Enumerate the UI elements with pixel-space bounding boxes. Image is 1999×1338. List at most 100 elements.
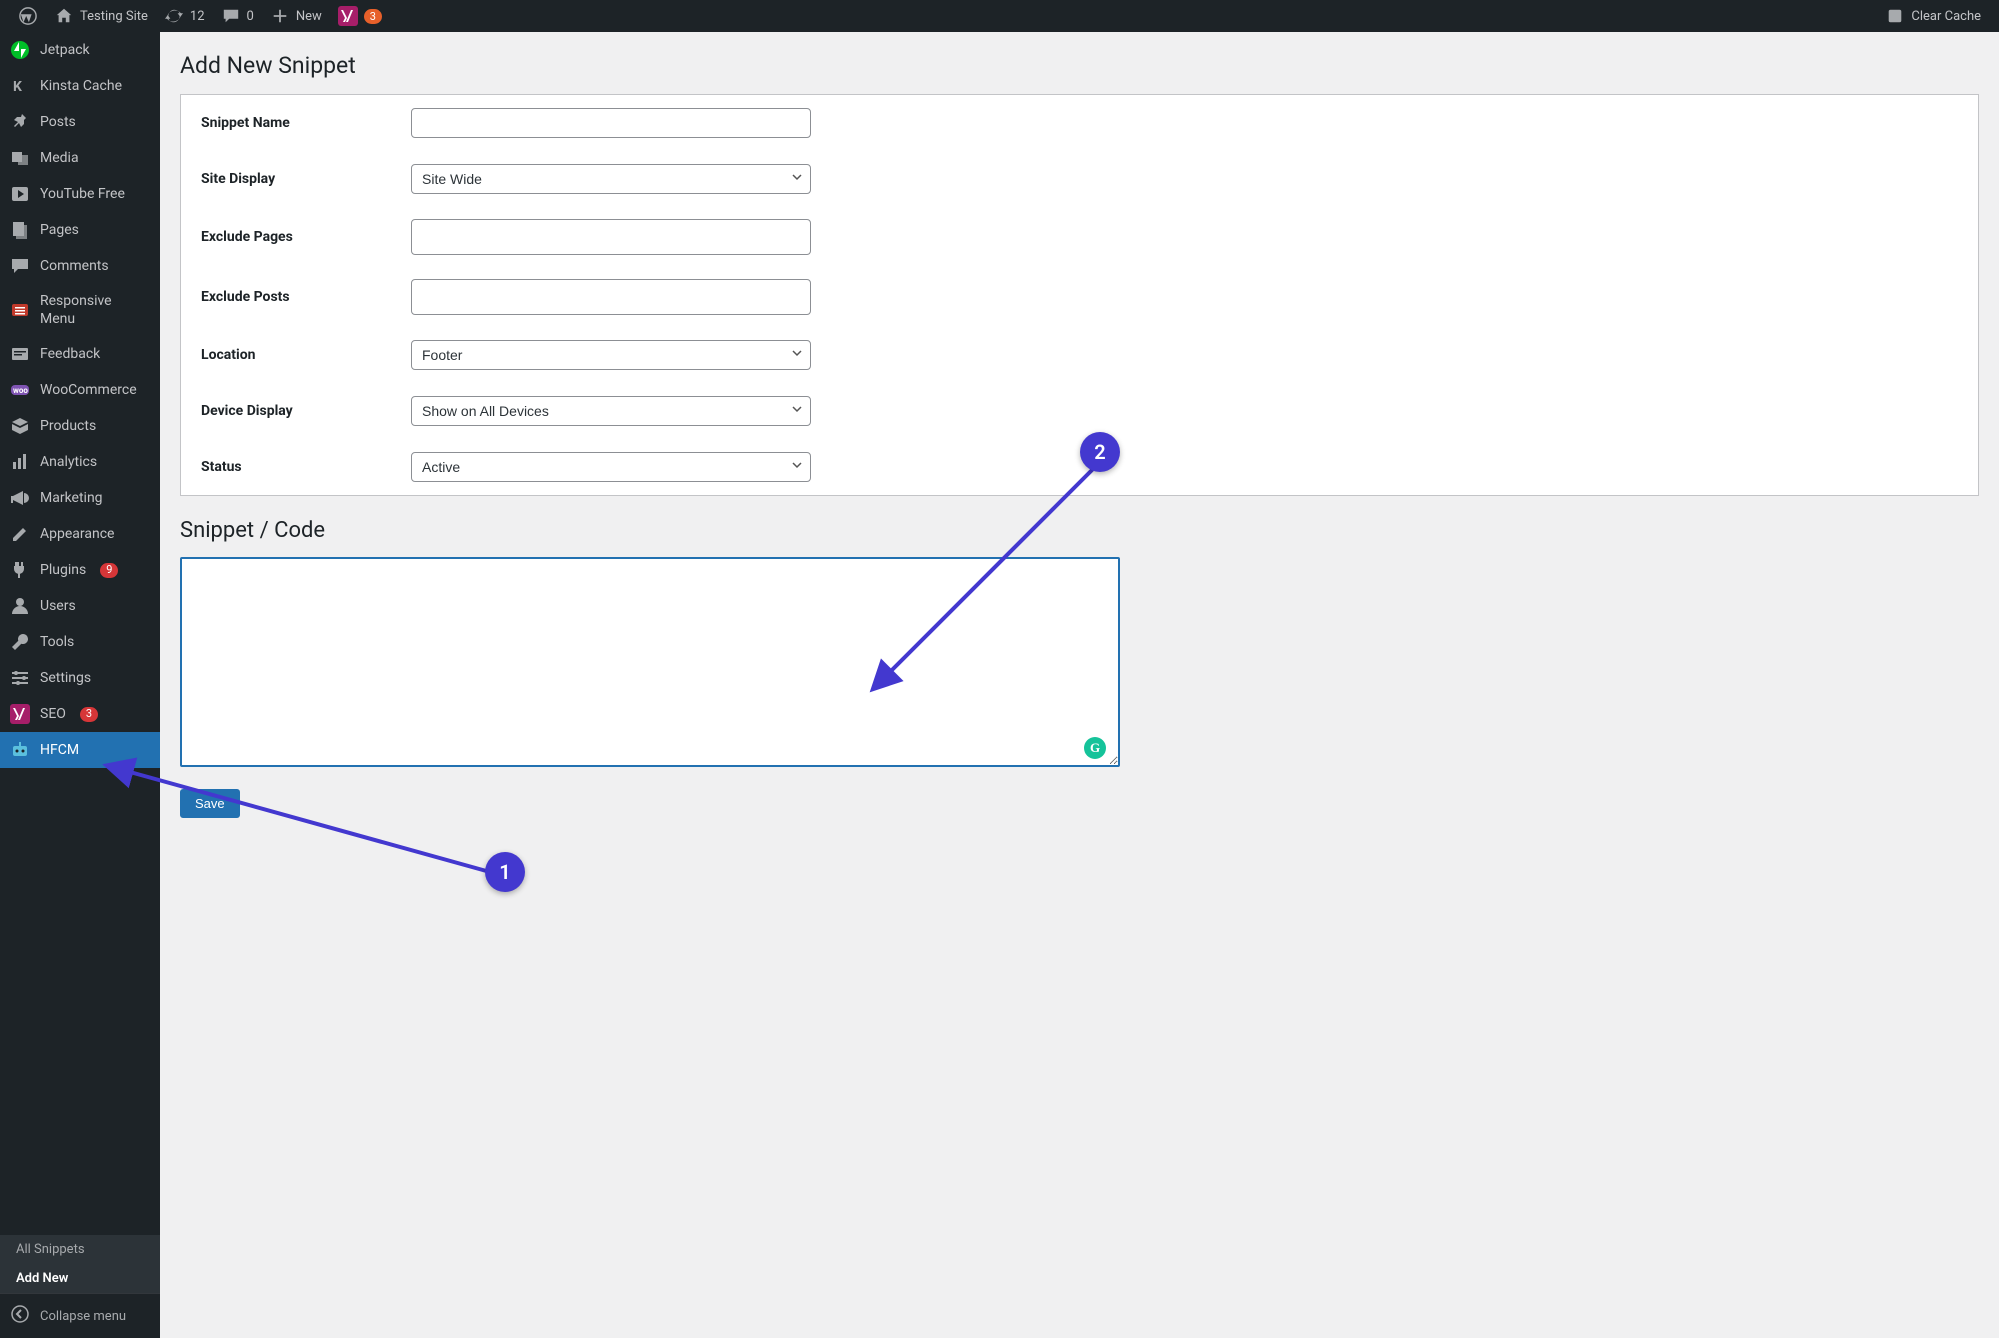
jetpack-icon [10, 40, 30, 60]
sidebar-item-marketing[interactable]: Marketing [0, 480, 160, 516]
sidebar-item-label: Users [40, 597, 76, 615]
clear-cache-link[interactable]: Clear Cache [1877, 0, 1989, 32]
sidebar-item-label: Settings [40, 669, 91, 687]
sidebar-item-plugins[interactable]: Plugins 9 [0, 552, 160, 588]
sidebar-item-label: Products [40, 417, 96, 435]
sidebar-item-label: Tools [40, 633, 74, 651]
annotation-marker-1: 1 [485, 852, 525, 892]
snippet-name-label: Snippet Name [181, 95, 401, 151]
wordpress-icon [18, 6, 38, 26]
svg-text:K: K [13, 79, 22, 95]
snippet-code-textarea[interactable] [180, 557, 1120, 767]
sidebar-item-youtube-free[interactable]: YouTube Free [0, 176, 160, 212]
comments-count: 0 [247, 9, 254, 24]
comment-icon [221, 6, 241, 26]
sidebar-item-users[interactable]: Users [0, 588, 160, 624]
updates-link[interactable]: 12 [156, 0, 213, 32]
sliders-icon [10, 668, 30, 688]
kinsta-icon: K [10, 76, 30, 96]
sidebar-item-feedback[interactable]: Feedback [0, 336, 160, 372]
site-display-select[interactable]: Site Wide [411, 164, 811, 194]
sidebar-item-label: Analytics [40, 453, 97, 471]
snippet-form-panel: Snippet Name Site Display Site Wide [180, 94, 1979, 496]
exclude-pages-label: Exclude Pages [181, 207, 401, 267]
location-label: Location [181, 327, 401, 383]
location-select[interactable]: Footer [411, 340, 811, 370]
device-display-label: Device Display [181, 383, 401, 439]
user-icon [10, 596, 30, 616]
sidebar-item-products[interactable]: Products [0, 408, 160, 444]
collapse-icon [10, 1304, 30, 1328]
clear-cache-label: Clear Cache [1911, 9, 1981, 24]
play-icon [10, 184, 30, 204]
home-icon [54, 6, 74, 26]
woo-icon: woo [10, 380, 30, 400]
megaphone-icon [10, 488, 30, 508]
sidebar-item-analytics[interactable]: Analytics [0, 444, 160, 480]
plug-icon [10, 560, 30, 580]
new-label: New [296, 9, 322, 24]
sidebar-item-hfcm[interactable]: HFCM [0, 732, 160, 768]
sidebar-item-label: Feedback [40, 345, 100, 363]
new-link[interactable]: New [262, 0, 330, 32]
site-display-label: Site Display [181, 151, 401, 207]
admin-bar: Testing Site 12 0 New 3 [0, 0, 1999, 32]
exclude-pages-input[interactable] [411, 219, 811, 255]
pages-icon [10, 220, 30, 240]
brush-icon [10, 524, 30, 544]
site-name-text: Testing Site [80, 9, 148, 24]
comment-icon [10, 256, 30, 276]
collapse-menu[interactable]: Collapse menu [0, 1293, 160, 1338]
wrench-icon [10, 632, 30, 652]
box-icon [10, 416, 30, 436]
sidebar-item-settings[interactable]: Settings [0, 660, 160, 696]
sidebar-item-responsive-menu[interactable]: Responsive Menu [0, 284, 160, 336]
admin-sidebar: Jetpack K Kinsta Cache Posts Media YouTube Fr… [0, 32, 160, 1338]
sidebar-item-label: Plugins [40, 561, 86, 579]
sidebar-item-kinsta-cache[interactable]: K Kinsta Cache [0, 68, 160, 104]
exclude-posts-input[interactable] [411, 279, 811, 315]
sidebar-badge: 9 [100, 563, 118, 577]
sidebar-item-pages[interactable]: Pages [0, 212, 160, 248]
sidebar-item-appearance[interactable]: Appearance [0, 516, 160, 552]
sidebar-item-media[interactable]: Media [0, 140, 160, 176]
grammarly-icon[interactable]: G [1084, 737, 1106, 759]
sidebar-item-label: Media [40, 149, 79, 167]
comments-link[interactable]: 0 [213, 0, 262, 32]
sidebar-item-label: Jetpack [40, 41, 90, 59]
sidebar-subitem[interactable]: Add New [0, 1264, 160, 1293]
sidebar-item-label: Pages [40, 221, 79, 239]
site-name-link[interactable]: Testing Site [46, 0, 156, 32]
yoast-link[interactable]: 3 [330, 0, 390, 32]
sidebar-item-label: Comments [40, 257, 109, 275]
sidebar-item-label: HFCM [40, 741, 79, 759]
save-button[interactable]: Save [180, 789, 240, 818]
sidebar-item-label: Marketing [40, 489, 103, 507]
sidebar-subitem[interactable]: All Snippets [0, 1235, 160, 1264]
sidebar-item-label: YouTube Free [40, 185, 125, 203]
page-title: Add New Snippet [180, 52, 1979, 79]
clear-cache-icon [1885, 6, 1905, 26]
sidebar-item-tools[interactable]: Tools [0, 624, 160, 660]
pin-icon [10, 112, 30, 132]
wp-logo[interactable] [10, 0, 46, 32]
exclude-posts-label: Exclude Posts [181, 267, 401, 327]
snippet-name-input[interactable] [411, 108, 811, 138]
status-label: Status [181, 439, 401, 495]
sidebar-item-label: Responsive Menu [40, 292, 150, 328]
sidebar-item-label: Appearance [40, 525, 114, 543]
sidebar-badge: 3 [80, 707, 98, 721]
sidebar-item-label: WooCommerce [40, 381, 137, 399]
yoast-icon [10, 704, 30, 724]
sidebar-item-posts[interactable]: Posts [0, 104, 160, 140]
sidebar-item-seo[interactable]: SEO3 [0, 696, 160, 732]
sidebar-item-comments[interactable]: Comments [0, 248, 160, 284]
device-display-select[interactable]: Show on All Devices [411, 396, 811, 426]
sidebar-item-label: Kinsta Cache [40, 77, 122, 95]
sidebar-item-jetpack[interactable]: Jetpack [0, 32, 160, 68]
media-icon [10, 148, 30, 168]
plus-icon [270, 6, 290, 26]
sidebar-item-woocommerce[interactable]: woo WooCommerce [0, 372, 160, 408]
updates-count: 12 [190, 9, 205, 24]
status-select[interactable]: Active [411, 452, 811, 482]
